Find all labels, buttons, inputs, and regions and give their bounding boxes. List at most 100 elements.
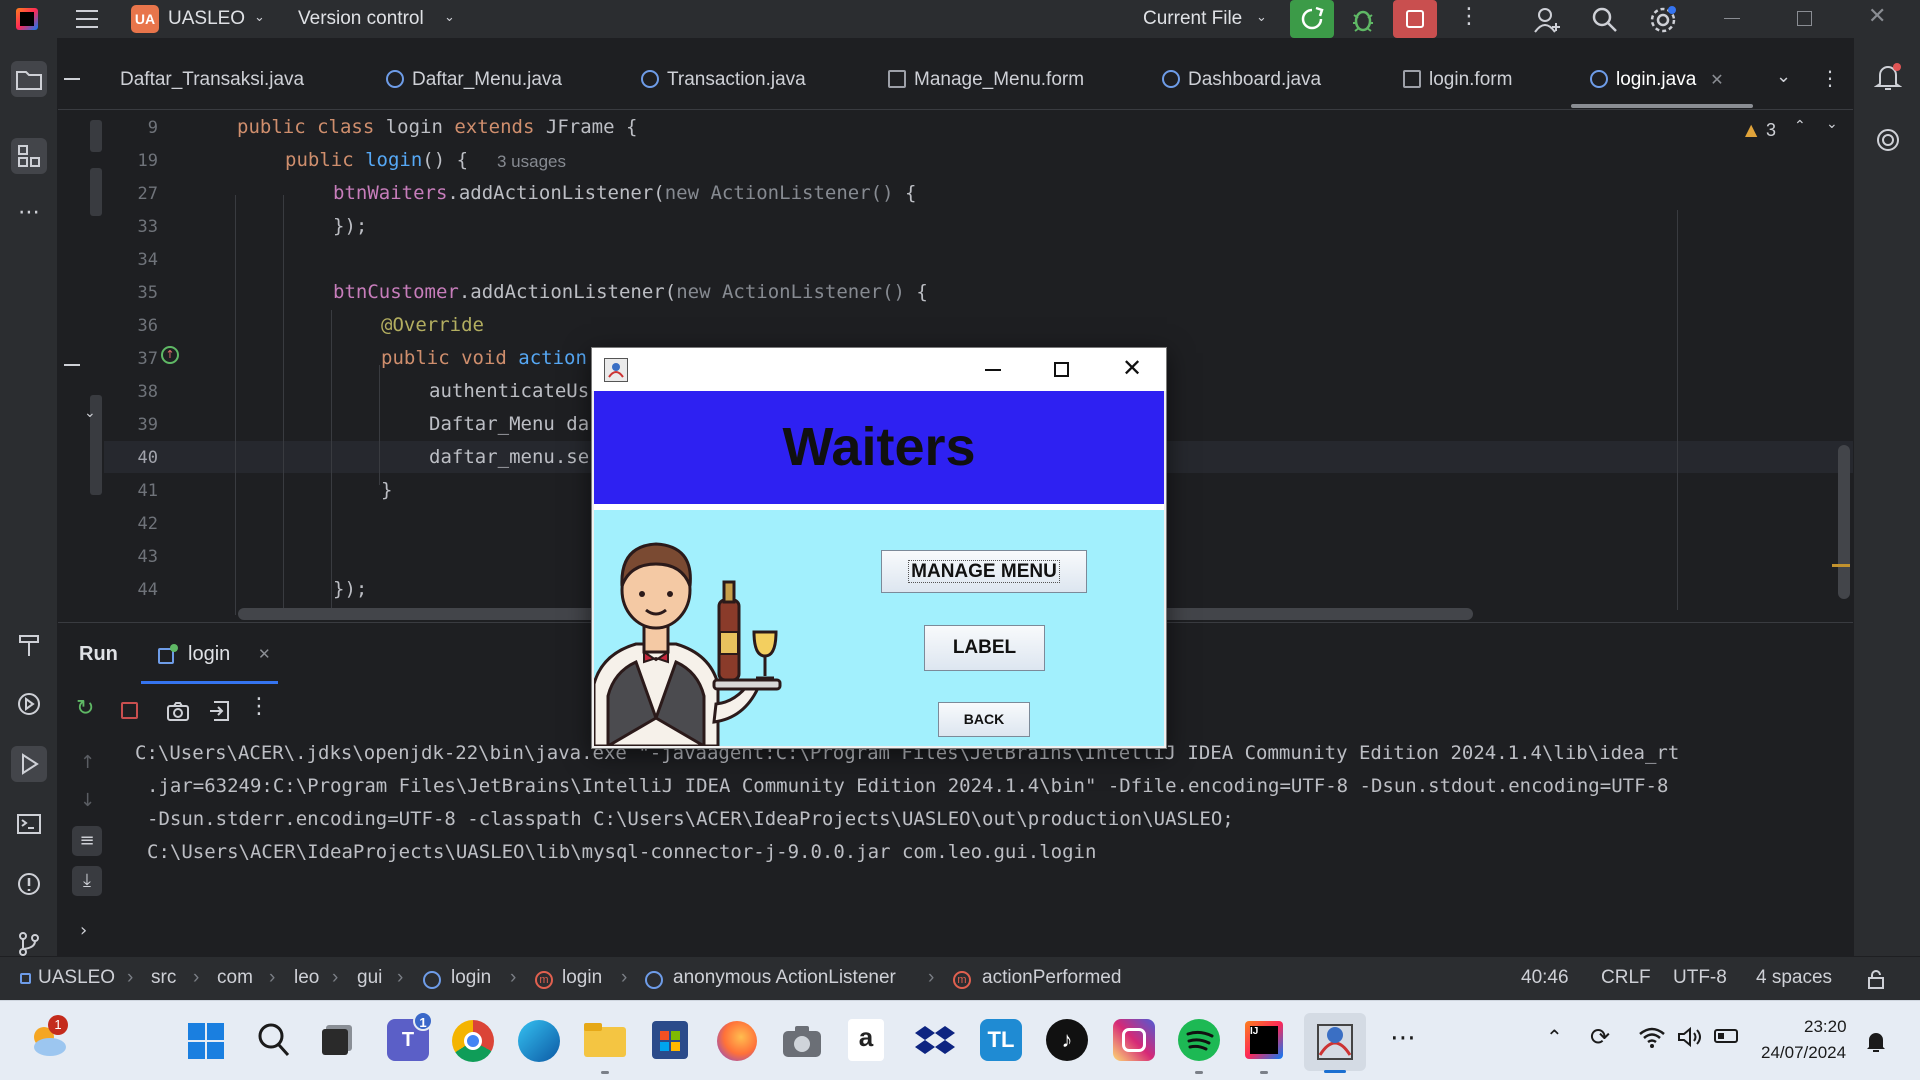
settings-gear-icon[interactable] bbox=[1648, 5, 1678, 39]
manage-menu-button[interactable]: MANAGE MENU bbox=[881, 550, 1087, 593]
chevron-down-icon[interactable]: ⌄ bbox=[1256, 10, 1267, 25]
amazon-icon[interactable]: a bbox=[848, 1019, 884, 1061]
tab-manage-menu-form[interactable]: Manage_Menu.form bbox=[888, 58, 1084, 110]
project-name[interactable]: UASLEO bbox=[168, 8, 245, 30]
line-separator[interactable]: CRLF bbox=[1601, 967, 1651, 989]
soft-wrap-icon[interactable]: ≡ bbox=[72, 826, 102, 856]
volume-icon[interactable] bbox=[1676, 1025, 1704, 1053]
show-hidden-icons-chevron[interactable]: ⌃ bbox=[1546, 1025, 1563, 1049]
breadcrumb-action-performed[interactable]: actionPerformed bbox=[982, 967, 1121, 989]
dialog-title-bar[interactable]: ✕ bbox=[592, 348, 1166, 391]
chevron-down-icon[interactable]: ⌄ bbox=[444, 10, 455, 25]
run-more-icon[interactable]: ⋮ bbox=[248, 694, 270, 719]
stop-button[interactable] bbox=[1393, 0, 1437, 38]
prev-warning-icon[interactable]: ⌃ bbox=[1794, 118, 1806, 134]
tabs-dropdown-icon[interactable]: ⌄ bbox=[1776, 66, 1791, 87]
services-icon[interactable] bbox=[11, 686, 47, 722]
breadcrumb-leo[interactable]: leo bbox=[294, 967, 319, 989]
firefox-icon[interactable] bbox=[717, 1021, 757, 1061]
scroll-up-icon[interactable]: ↑ bbox=[80, 752, 95, 773]
file-explorer-icon[interactable] bbox=[584, 1021, 626, 1059]
file-encoding[interactable]: UTF-8 bbox=[1673, 967, 1727, 989]
start-windows-icon[interactable] bbox=[188, 1023, 224, 1059]
camera-icon[interactable] bbox=[166, 700, 190, 726]
edge-icon[interactable] bbox=[518, 1020, 560, 1062]
intellij-taskbar-icon[interactable]: IJ bbox=[1245, 1021, 1283, 1059]
teams-icon[interactable]: T 1 bbox=[387, 1011, 433, 1061]
collapse-icon[interactable] bbox=[64, 78, 80, 80]
scroll-to-end-icon[interactable]: ⤓ bbox=[72, 866, 102, 896]
chrome-icon[interactable] bbox=[452, 1020, 494, 1062]
weather-widget-icon[interactable]: 1 bbox=[28, 1015, 70, 1061]
more-apps-icon[interactable]: ⋯ bbox=[1390, 1023, 1416, 1053]
override-marker-icon[interactable]: ↑ bbox=[161, 346, 179, 364]
battery-icon[interactable] bbox=[1714, 1029, 1738, 1043]
window-minimize-icon[interactable] bbox=[1724, 18, 1740, 19]
build-hammer-icon[interactable] bbox=[11, 626, 47, 662]
ai-assistant-icon[interactable] bbox=[1874, 126, 1902, 158]
tab-dashboard[interactable]: Dashboard.java bbox=[1162, 58, 1321, 110]
rerun-icon[interactable]: ↻ bbox=[76, 696, 94, 721]
tab-daftar-transaksi[interactable]: Daftar_Transaksi.java bbox=[120, 58, 304, 110]
task-view-icon[interactable] bbox=[322, 1025, 352, 1055]
scroll-down-icon[interactable]: ↓ bbox=[80, 790, 95, 811]
project-folder-icon[interactable] bbox=[11, 61, 47, 97]
debug-bug-icon[interactable] bbox=[1348, 5, 1378, 33]
search-icon[interactable] bbox=[1590, 5, 1620, 39]
breadcrumb-method[interactable]: login bbox=[562, 967, 602, 989]
sync-icon[interactable]: ⟳ bbox=[1590, 1023, 1610, 1051]
rerun-button[interactable] bbox=[1290, 0, 1334, 38]
next-warning-icon[interactable]: ⌄ bbox=[1826, 116, 1838, 132]
caret-position[interactable]: 40:46 bbox=[1521, 967, 1569, 989]
dropbox-icon[interactable] bbox=[915, 1023, 955, 1063]
read-only-lock-icon[interactable] bbox=[1866, 969, 1886, 995]
main-menu-icon[interactable] bbox=[72, 6, 102, 32]
terminal-icon[interactable] bbox=[11, 806, 47, 842]
dialog-maximize-icon[interactable] bbox=[1054, 362, 1069, 377]
tabs-more-icon[interactable]: ⋮ bbox=[1820, 66, 1840, 90]
tab-login-form[interactable]: login.form bbox=[1403, 58, 1512, 110]
notification-center-icon[interactable] bbox=[1865, 1029, 1887, 1057]
tab-login-java[interactable]: login.java ✕ bbox=[1590, 58, 1724, 110]
structure-icon[interactable] bbox=[11, 138, 47, 174]
notifications-bell-icon[interactable] bbox=[1873, 62, 1903, 96]
tab-daftar-menu[interactable]: Daftar_Menu.java bbox=[386, 58, 562, 110]
project-badge[interactable]: UA bbox=[131, 5, 159, 33]
instagram-icon[interactable] bbox=[1113, 1019, 1155, 1061]
tab-transaction[interactable]: Transaction.java bbox=[641, 58, 806, 110]
run-config-selector[interactable]: Current File bbox=[1143, 8, 1242, 30]
chevron-down-icon[interactable]: ⌄ bbox=[254, 10, 265, 25]
dialog-close-icon[interactable]: ✕ bbox=[1122, 354, 1142, 382]
label-button[interactable]: LABEL bbox=[924, 625, 1045, 671]
version-control-menu[interactable]: Version control bbox=[298, 8, 424, 30]
warning-triangle-icon[interactable]: ▲ bbox=[1745, 120, 1757, 139]
stop-run-icon[interactable] bbox=[121, 702, 138, 719]
back-button[interactable]: BACK bbox=[938, 702, 1030, 737]
dialog-minimize-icon[interactable] bbox=[985, 369, 1001, 371]
code-with-me-icon[interactable] bbox=[1532, 5, 1562, 39]
spotify-icon[interactable] bbox=[1178, 1019, 1220, 1061]
warning-count[interactable]: 3 bbox=[1766, 120, 1776, 141]
tl-app-icon[interactable]: TL bbox=[980, 1019, 1022, 1061]
run-tab-close-icon[interactable]: ✕ bbox=[258, 645, 271, 663]
breadcrumb-class[interactable]: login bbox=[451, 967, 491, 989]
editor-vertical-scrollbar[interactable] bbox=[1838, 445, 1850, 599]
breadcrumb-project[interactable]: UASLEO bbox=[38, 967, 115, 989]
exit-icon[interactable] bbox=[208, 700, 232, 726]
breadcrumb-anonymous[interactable]: anonymous ActionListener bbox=[673, 967, 896, 989]
window-maximize-icon[interactable] bbox=[1797, 11, 1812, 26]
usages-hint[interactable]: 3 usages bbox=[497, 152, 566, 172]
run-tab-login[interactable]: login ✕ bbox=[158, 633, 278, 681]
clock-time[interactable]: 23:20 bbox=[1804, 1017, 1847, 1037]
camera-app-icon[interactable] bbox=[781, 1023, 823, 1063]
more-actions-icon[interactable]: ⋮ bbox=[1458, 4, 1480, 29]
microsoft-store-icon[interactable] bbox=[652, 1021, 688, 1059]
clock-date[interactable]: 24/07/2024 bbox=[1761, 1043, 1846, 1063]
indent-setting[interactable]: 4 spaces bbox=[1756, 967, 1832, 989]
intellij-logo-icon[interactable] bbox=[16, 8, 38, 30]
wifi-icon[interactable] bbox=[1638, 1025, 1666, 1053]
java-app-taskbar-icon[interactable] bbox=[1304, 1013, 1366, 1071]
breadcrumb-com[interactable]: com bbox=[217, 967, 253, 989]
expand-chevron-icon[interactable]: › bbox=[80, 920, 87, 941]
problems-icon[interactable] bbox=[11, 866, 47, 902]
